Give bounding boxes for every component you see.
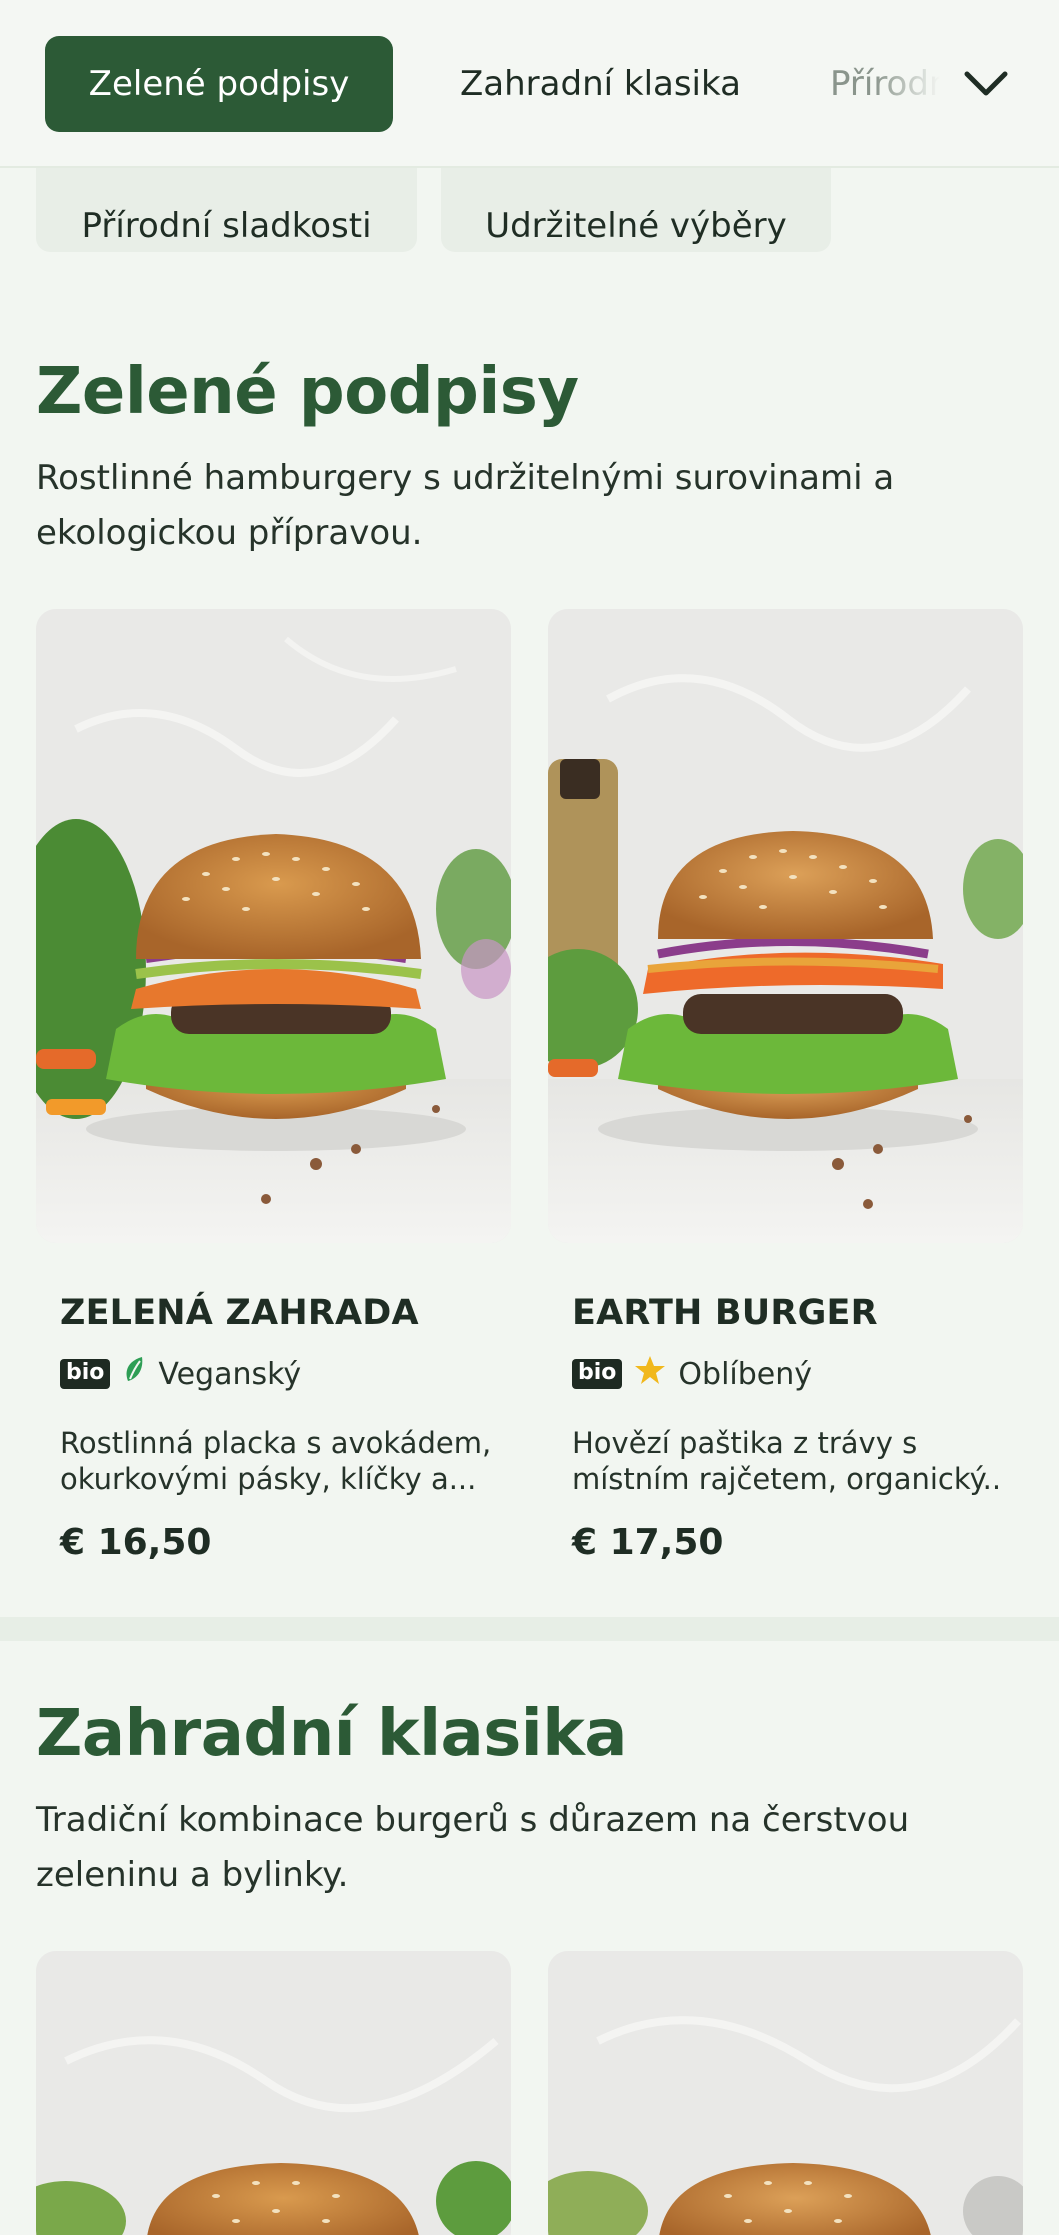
section-description: Tradiční kombinace burgerů s důrazem na … bbox=[36, 1800, 910, 1895]
diet-tag: Veganský bbox=[158, 1356, 302, 1392]
item-name[interactable]: ZELENÁ ZAHRADA bbox=[60, 1293, 419, 1333]
chip-label: Udržitelné výběry bbox=[485, 206, 787, 246]
popular-tag: Oblíbený bbox=[678, 1356, 812, 1392]
category-nav: Zelené podpisy Zahradní klasika Přírodní… bbox=[0, 0, 1059, 168]
tab-zelene-podpisy[interactable]: Zelené podpisy bbox=[45, 36, 393, 132]
tab-zahradni-klasika[interactable]: Zahradní klasika bbox=[440, 36, 761, 132]
item-tags: bio Veganský bbox=[60, 1355, 301, 1393]
item-price: € 16,50 bbox=[60, 1522, 212, 1563]
item-description: Rostlinná placka s avokádem, okurkovými … bbox=[60, 1426, 490, 1496]
burger-image[interactable] bbox=[36, 609, 511, 1243]
star-icon bbox=[634, 1355, 666, 1393]
section-title: Zelené podpisy bbox=[36, 355, 579, 429]
burger-image[interactable] bbox=[548, 1951, 1023, 2235]
chevron-down-icon[interactable] bbox=[958, 58, 1014, 110]
item-tags: bio Oblíbený bbox=[572, 1355, 812, 1393]
section-description: Rostlinné hamburgery s udržitelnými suro… bbox=[36, 458, 895, 553]
item-price: € 17,50 bbox=[572, 1522, 724, 1563]
item-name[interactable]: EARTH BURGER bbox=[572, 1293, 878, 1333]
section-title: Zahradní klasika bbox=[36, 1697, 627, 1771]
bio-badge: bio bbox=[572, 1359, 623, 1389]
section-divider bbox=[0, 1617, 1059, 1641]
burger-image[interactable] bbox=[548, 609, 1023, 1243]
item-description: Hovězí paštika z trávy s místním rajčete… bbox=[572, 1426, 1002, 1496]
chip-label: Přírodní sladkosti bbox=[81, 206, 372, 246]
bio-badge: bio bbox=[60, 1359, 111, 1389]
leaf-icon bbox=[122, 1355, 146, 1393]
tab-prirodni-sladkosti[interactable]: Přírodní sladkosti bbox=[830, 36, 940, 132]
burger-image[interactable] bbox=[36, 1951, 511, 2235]
